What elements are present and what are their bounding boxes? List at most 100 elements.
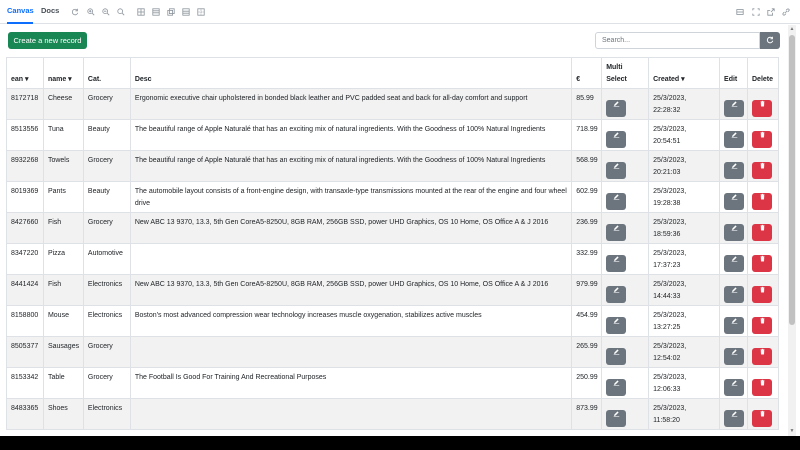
multi-select-edit-button[interactable] [606,193,627,210]
list-icon[interactable] [151,7,161,17]
cell-price: 568.99 [572,151,603,181]
cell-name: Table [44,368,84,398]
delete-button[interactable] [752,193,772,210]
header-ean[interactable]: ean ▾ [7,58,44,88]
cell-created: 25/3/2023, 14:44:33 [649,275,721,305]
multi-select-edit-button[interactable] [606,379,627,396]
multi-select-edit-button[interactable] [606,286,627,303]
cell-cat: Grocery [84,151,131,181]
edit-button[interactable] [724,100,745,117]
cell-multi-select [602,275,650,305]
cell-price: 718.99 [572,120,603,150]
cell-delete [748,120,779,150]
created-date: 25/3/2023, [653,95,687,102]
delete-button[interactable] [752,224,772,241]
header-edit: Edit [720,58,748,88]
pencil-icon [606,286,626,293]
cell-multi-select [602,151,650,181]
trash-icon [752,162,772,169]
cell-ean: 8932268 [7,151,44,181]
cell-delete [748,368,779,398]
link-icon[interactable] [781,7,791,17]
multi-select-edit-button[interactable] [606,317,627,334]
delete-button[interactable] [752,131,772,148]
cell-edit [720,337,748,367]
trash-icon [752,255,772,262]
stack-icon[interactable] [166,7,176,17]
layout-icon[interactable] [181,7,191,17]
edit-button[interactable] [724,410,745,427]
scroll-down-icon[interactable]: ▼ [789,428,795,434]
created-time: 19:28:38 [653,200,681,207]
table-icon[interactable] [136,7,146,17]
pencil-icon [606,162,626,169]
edit-button[interactable] [724,224,745,241]
grid-icon[interactable] [196,7,206,17]
multi-select-edit-button[interactable] [606,348,627,365]
zoom-in-icon[interactable] [86,7,96,17]
multi-select-edit-button[interactable] [606,100,627,117]
multi-select-edit-button[interactable] [606,410,627,427]
cell-delete [748,275,779,305]
cell-cat: Grocery [84,337,131,367]
edit-button[interactable] [724,317,745,334]
tab-docs[interactable]: Docs [41,6,59,24]
pencil-icon [606,317,626,324]
cell-edit [720,182,748,212]
fullscreen-icon[interactable] [751,7,761,17]
delete-button[interactable] [752,255,772,272]
multi-select-edit-button[interactable] [606,131,627,148]
scrollbar-thumb[interactable] [789,35,795,325]
trash-icon [752,224,772,231]
cell-price: 979.99 [572,275,603,305]
edit-button[interactable] [724,348,745,365]
search-reset-button[interactable] [760,32,780,49]
zoom-reset-icon[interactable] [116,7,126,17]
scroll-up-icon[interactable]: ▲ [789,26,795,32]
trash-icon [752,317,772,324]
header-created[interactable]: Created ▾ [649,58,721,88]
cell-ean: 8513556 [7,120,44,150]
delete-button[interactable] [752,317,772,334]
cell-price: 250.99 [572,368,603,398]
delete-button[interactable] [752,348,772,365]
cell-created: 25/3/2023, 13:27:25 [649,306,721,336]
cell-delete [748,337,779,367]
cell-desc [131,337,573,367]
pencil-icon [606,348,626,355]
cell-desc: The beautiful range of Apple Naturalé th… [131,151,573,181]
cell-cat: Electronics [84,399,131,429]
created-time: 18:59:36 [653,231,681,238]
multi-select-edit-button[interactable] [606,224,627,241]
cell-ean: 8172718 [7,89,44,119]
delete-button[interactable] [752,286,772,303]
cell-created: 25/3/2023, 19:28:38 [649,182,721,212]
panel-icon[interactable] [735,7,745,17]
search-input[interactable]: Search... [595,32,760,49]
pencil-icon [724,224,744,231]
cell-edit [720,151,748,181]
cell-cat: Automotive [84,244,131,274]
cell-price: 873.99 [572,399,603,429]
delete-button[interactable] [752,410,772,427]
edit-button[interactable] [724,193,745,210]
created-date: 25/3/2023, [653,188,687,195]
create-record-button[interactable]: Create a new record [8,32,87,49]
edit-button[interactable] [724,131,745,148]
multi-select-edit-button[interactable] [606,255,627,272]
edit-button[interactable] [724,379,745,396]
external-icon[interactable] [766,7,776,17]
tab-canvas[interactable]: Canvas [7,6,34,24]
header-name[interactable]: name ▾ [44,58,84,88]
pencil-icon [606,224,626,231]
cell-cat: Grocery [84,213,131,243]
delete-button[interactable] [752,162,772,179]
delete-button[interactable] [752,100,772,117]
refresh-icon[interactable] [70,7,80,17]
edit-button[interactable] [724,255,745,272]
edit-button[interactable] [724,162,745,179]
zoom-out-icon[interactable] [101,7,111,17]
edit-button[interactable] [724,286,745,303]
delete-button[interactable] [752,379,772,396]
multi-select-edit-button[interactable] [606,162,627,179]
